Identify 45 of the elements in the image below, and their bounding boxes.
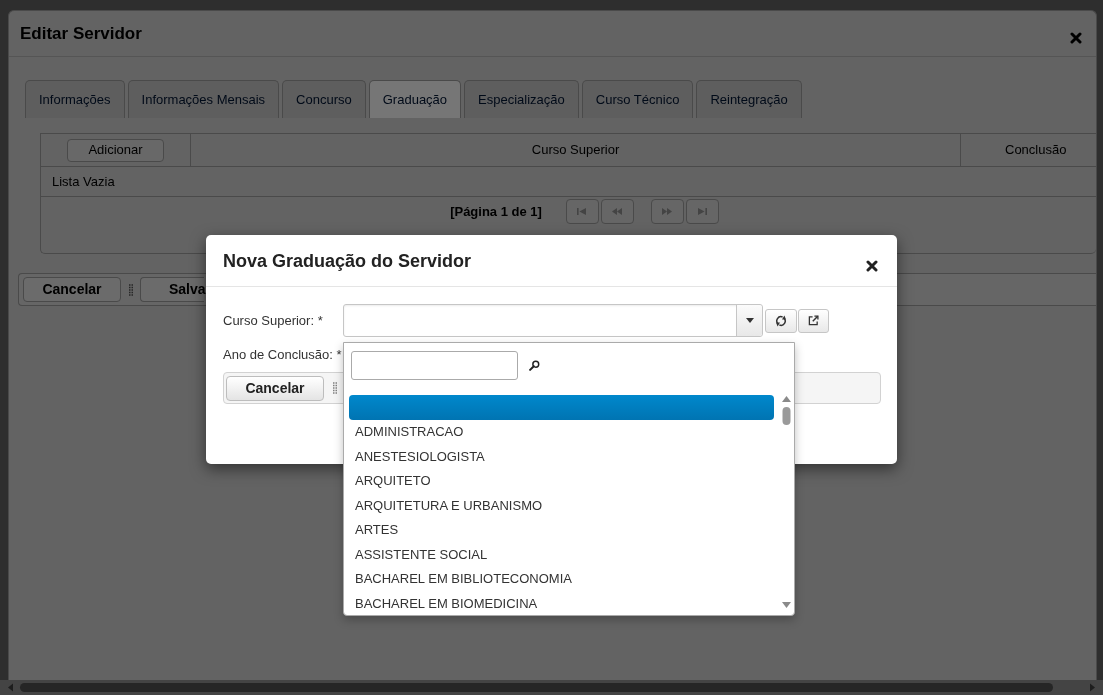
tab[interactable]: Informações [25,80,125,118]
select-field[interactable] [343,304,763,337]
dropdown-option[interactable]: BACHAREL EM BIBLIOTECONOMIA [349,566,774,591]
dropdown-option[interactable]: ADMINISTRACAO [349,419,774,444]
caret-down-icon [745,318,754,323]
save-button[interactable]: Salva [140,277,204,302]
tab[interactable]: Graduação [368,80,462,118]
rewind-icon [612,208,623,215]
tab[interactable]: Especialização [464,80,579,118]
tab[interactable]: Reintegração [696,80,802,118]
dropdown-option[interactable]: BACHAREL EM BIOMEDICINA [349,591,774,616]
grip-icon [129,283,133,296]
dropdown-option[interactable]: ARQUITETURA E URBANISMO [349,493,774,518]
column-header: Conclusão [960,134,1096,166]
field-label: Curso Superior: * [223,311,324,330]
grip-icon [333,382,337,394]
open-external-button[interactable] [798,308,829,333]
dialog-title: Nova Graduação do Servidor [223,251,472,270]
column-header: Curso Superior [530,141,621,160]
dropdown-option[interactable]: ANESTESIOLOGISTA [349,444,774,469]
tab[interactable]: Concurso [282,80,366,118]
page-info: [Página 1 de 1] [450,202,542,221]
cancel-button[interactable]: Cancelar [23,277,121,302]
tab[interactable]: Curso Técnico [581,80,694,118]
field-label: Ano de Conclusão: * [223,346,343,365]
dropdown-toggle[interactable] [736,305,762,336]
skip-forward-icon [697,208,708,215]
refresh-icon [775,314,787,327]
empty-list-message: Lista Vazia [52,172,115,191]
horizontal-scrollbar[interactable] [0,680,1103,695]
search-field[interactable] [351,351,518,380]
search-icon[interactable] [529,360,540,371]
dropdown-option[interactable]: ARTES [349,517,774,542]
dropdown-option[interactable] [349,395,774,420]
external-link-icon [808,315,819,326]
cancel-button[interactable]: Cancelar [226,375,324,401]
dropdown-option[interactable]: ASSISTENTE SOCIAL [349,542,774,567]
fast-forward-icon [662,208,673,215]
dropdown-option[interactable]: ARQUITETO [349,468,774,493]
skip-back-icon [577,208,588,215]
add-button[interactable]: Adicionar [67,138,164,162]
window-title: Editar Servidor [20,25,142,42]
tab[interactable]: Informações Mensais [127,80,280,118]
refresh-button[interactable] [765,308,797,333]
close-icon[interactable] [866,259,878,272]
